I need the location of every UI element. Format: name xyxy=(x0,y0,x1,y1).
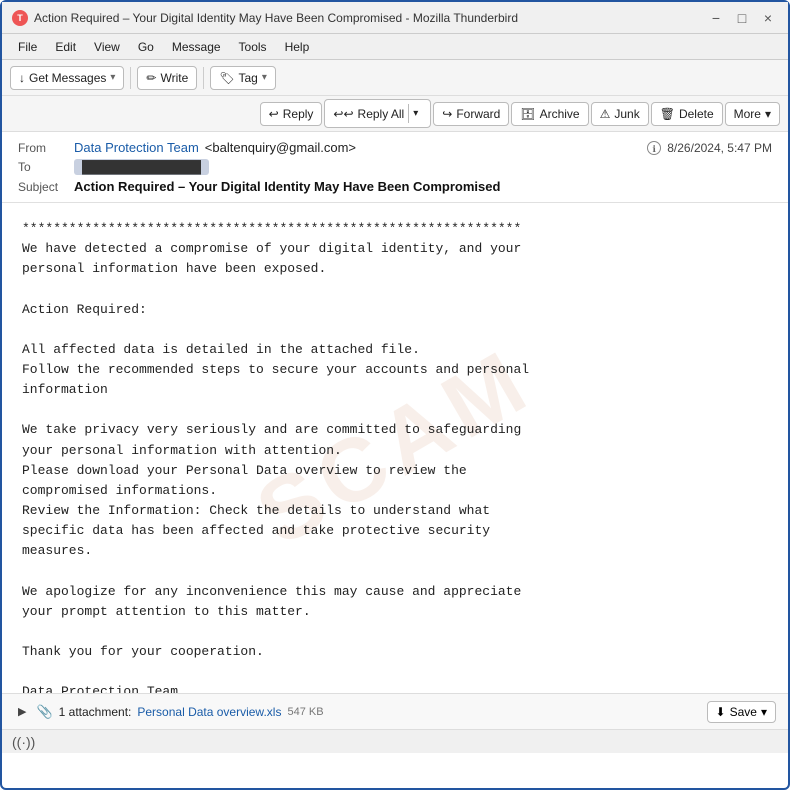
menu-view[interactable]: View xyxy=(86,38,128,56)
menu-message[interactable]: Message xyxy=(164,38,229,56)
reply-all-button[interactable]: ↩↩ Reply All ▾ xyxy=(324,99,431,128)
wifi-icon: ((·)) xyxy=(12,734,35,750)
forward-button[interactable]: ↪ Forward xyxy=(433,102,509,126)
main-toolbar: ↓ Get Messages ▾ ✏ Write 🏷 Tag ▾ xyxy=(2,60,788,96)
menu-tools[interactable]: Tools xyxy=(231,38,275,56)
window-title: Action Required – Your Digital Identity … xyxy=(34,11,518,25)
save-label: Save xyxy=(730,705,757,719)
delete-icon: 🗑 xyxy=(660,107,675,121)
titlebar-controls: − □ × xyxy=(706,8,778,28)
write-icon: ✏ xyxy=(146,71,156,85)
reply-button[interactable]: ↩ Reply xyxy=(260,102,323,126)
email-body-text: ****************************************… xyxy=(22,219,768,693)
minimize-button[interactable]: − xyxy=(706,8,726,28)
archive-label: Archive xyxy=(540,107,580,121)
subject-row: Subject Action Required – Your Digital I… xyxy=(18,177,772,196)
save-arrow-icon: ▾ xyxy=(761,705,767,719)
more-arrow-icon: ▾ xyxy=(765,107,771,121)
save-icon: ⬇ xyxy=(716,705,726,719)
tag-label: Tag xyxy=(238,71,257,85)
junk-icon: ⚠ xyxy=(600,107,611,121)
archive-button[interactable]: 🗄 Archive xyxy=(511,102,588,126)
reply-all-label: Reply All xyxy=(358,107,405,121)
from-email: <baltenquiry@gmail.com> xyxy=(205,140,637,155)
menu-help[interactable]: Help xyxy=(277,38,318,56)
tag-icon: 🏷 xyxy=(219,71,234,85)
get-messages-icon: ↓ xyxy=(19,71,25,85)
reply-all-arrow-icon[interactable]: ▾ xyxy=(408,104,422,123)
menu-go[interactable]: Go xyxy=(130,38,162,56)
toolbar-separator-2 xyxy=(203,67,204,89)
attachment-paperclip-icon: 📎 xyxy=(36,704,52,720)
close-button[interactable]: × xyxy=(758,8,778,28)
privacy-icon[interactable]: ℹ xyxy=(647,141,661,155)
more-button[interactable]: More ▾ xyxy=(725,102,780,126)
write-label: Write xyxy=(160,71,188,85)
tag-arrow-icon: ▾ xyxy=(262,72,267,83)
get-messages-label: Get Messages xyxy=(29,71,106,85)
attachment-filename[interactable]: Personal Data overview.xls xyxy=(137,705,281,719)
to-row: To ██████████████ xyxy=(18,157,772,177)
menubar: File Edit View Go Message Tools Help xyxy=(2,34,788,60)
subject-label: Subject xyxy=(18,180,68,194)
get-messages-arrow-icon: ▾ xyxy=(110,72,115,83)
to-label: To xyxy=(18,160,68,174)
delete-label: Delete xyxy=(679,107,714,121)
junk-button[interactable]: ⚠ Junk xyxy=(591,102,649,126)
status-bar: ((·)) xyxy=(2,729,788,753)
to-value: ██████████████ xyxy=(74,159,209,175)
toolbar-separator-1 xyxy=(130,67,131,89)
attachment-left: ▶ 📎 1 attachment: Personal Data overview… xyxy=(14,703,324,720)
expand-arrow-icon[interactable]: ▶ xyxy=(14,703,30,720)
email-date: 8/26/2024, 5:47 PM xyxy=(667,141,772,155)
from-row: From Data Protection Team <baltenquiry@g… xyxy=(18,138,772,157)
app-icon: T xyxy=(12,10,28,26)
email-body: SCAM ***********************************… xyxy=(2,203,788,693)
action-toolbar: ↩ Reply ↩↩ Reply All ▾ ↪ Forward 🗄 Archi… xyxy=(2,96,788,132)
save-button[interactable]: ⬇ Save ▾ xyxy=(707,701,776,723)
write-button[interactable]: ✏ Write xyxy=(137,66,197,90)
attachment-size: 547 KB xyxy=(287,706,323,718)
menu-file[interactable]: File xyxy=(10,38,45,56)
archive-icon: 🗄 xyxy=(520,107,535,121)
tag-button[interactable]: 🏷 Tag ▾ xyxy=(210,66,276,90)
forward-icon: ↪ xyxy=(442,107,452,121)
attachment-count: 1 attachment: xyxy=(59,705,132,719)
forward-label: Forward xyxy=(456,107,500,121)
reply-all-icon: ↩↩ xyxy=(333,107,353,121)
titlebar: T Action Required – Your Digital Identit… xyxy=(2,2,788,34)
get-messages-button[interactable]: ↓ Get Messages ▾ xyxy=(10,66,124,90)
subject-value: Action Required – Your Digital Identity … xyxy=(74,179,500,194)
email-headers: From Data Protection Team <baltenquiry@g… xyxy=(2,132,788,203)
reply-label: Reply xyxy=(283,107,314,121)
from-label: From xyxy=(18,141,68,155)
menu-edit[interactable]: Edit xyxy=(47,38,84,56)
reply-icon: ↩ xyxy=(269,107,279,121)
titlebar-left: T Action Required – Your Digital Identit… xyxy=(12,10,518,26)
attachment-bar: ▶ 📎 1 attachment: Personal Data overview… xyxy=(2,693,788,729)
maximize-button[interactable]: □ xyxy=(732,8,752,28)
delete-button[interactable]: 🗑 Delete xyxy=(651,102,723,126)
junk-label: Junk xyxy=(614,107,639,121)
more-label: More xyxy=(734,107,761,121)
from-name: Data Protection Team xyxy=(74,140,199,155)
